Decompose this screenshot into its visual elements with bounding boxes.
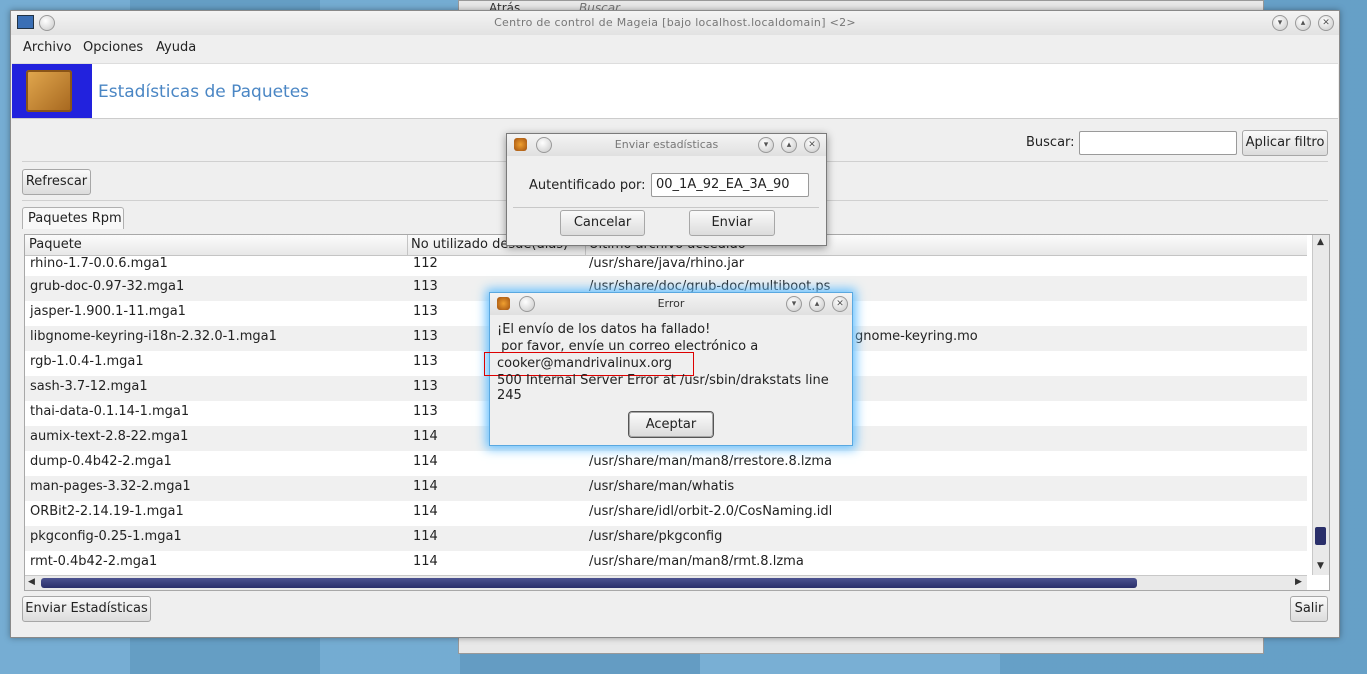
cell-file: /usr/share/pkgconfig xyxy=(589,529,723,544)
minimize-icon[interactable]: ▾ xyxy=(786,296,802,312)
table-row[interactable]: rhino-1.7-0.0.6.mga1 112 /usr/share/java… xyxy=(25,256,1307,276)
cell-days: 114 xyxy=(413,554,438,569)
cell-days: 114 xyxy=(413,529,438,544)
search-input[interactable] xyxy=(1079,131,1237,155)
dialog-title-bar: Error ▾ ▴ ✕ xyxy=(490,293,852,315)
close-icon[interactable]: ✕ xyxy=(804,137,820,153)
cell-package: libgnome-keyring-i18n-2.32.0-1.mga1 xyxy=(30,329,277,344)
scroll-up-icon[interactable]: ▲ xyxy=(1317,237,1324,247)
vertical-scrollbar[interactable]: ▲ ▼ xyxy=(1312,235,1329,575)
cell-days: 113 xyxy=(413,354,438,369)
cell-days: 113 xyxy=(413,329,438,344)
title-bar: Centro de control de Mageia [bajo localh… xyxy=(11,11,1339,35)
cell-file: /usr/share/man/man8/rmt.8.lzma xyxy=(589,554,804,569)
menu-bar: Archivo Opciones Ayuda xyxy=(11,35,1339,59)
cell-file: /usr/share/man/whatis xyxy=(589,479,735,494)
table-row[interactable]: rmt-0.4b42-2.mga1 114 /usr/share/man/man… xyxy=(25,551,1307,576)
cell-package: man-pages-3.32-2.mga1 xyxy=(30,479,191,494)
cell-package: pkgconfig-0.25-1.mga1 xyxy=(30,529,182,544)
cell-package: rhino-1.7-0.0.6.mga1 xyxy=(30,256,168,271)
menu-ayuda[interactable]: Ayuda xyxy=(156,40,196,55)
cell-package: rmt-0.4b42-2.mga1 xyxy=(30,554,158,569)
cell-days: 112 xyxy=(413,256,438,271)
horizontal-scroll-thumb[interactable] xyxy=(41,578,1137,588)
cell-file: /usr/share/man/man8/rrestore.8.lzma xyxy=(589,454,832,469)
send-statistics-dialog: Enviar estadísticas ▾ ▴ ✕ Autentificado … xyxy=(506,133,827,246)
page-title: Estadísticas de Paquetes xyxy=(98,82,310,102)
cell-file: gnome-keyring.mo xyxy=(855,329,978,344)
close-icon[interactable]: ✕ xyxy=(832,296,848,312)
dialog-title: Enviar estadísticas xyxy=(614,138,719,151)
horizontal-scrollbar[interactable]: ◀ ▶ xyxy=(25,575,1307,590)
scroll-down-icon[interactable]: ▼ xyxy=(1317,561,1324,571)
table-row[interactable]: pkgconfig-0.25-1.mga1 114 /usr/share/pkg… xyxy=(25,526,1307,551)
cell-days: 113 xyxy=(413,404,438,419)
window-title: Centro de control de Mageia [bajo localh… xyxy=(494,16,856,29)
vertical-scroll-thumb[interactable] xyxy=(1315,527,1326,545)
cell-package: thai-data-0.1.14-1.mga1 xyxy=(30,404,190,419)
error-message-line: ¡El envío de los datos ha fallado! xyxy=(497,322,711,337)
cell-package: rgb-1.0.4-1.mga1 xyxy=(30,354,144,369)
maximize-icon[interactable]: ▴ xyxy=(1295,15,1311,31)
table-row[interactable]: dump-0.4b42-2.mga1 114 /usr/share/man/ma… xyxy=(25,451,1307,476)
table-row[interactable]: man-pages-3.32-2.mga1 114 /usr/share/man… xyxy=(25,476,1307,501)
tab-paquetes-rpm[interactable]: Paquetes Rpm xyxy=(22,207,124,229)
cell-package: grub-doc-0.97-32.mga1 xyxy=(30,279,185,294)
error-email: cooker@mandrivalinux.org xyxy=(497,356,673,371)
divider xyxy=(513,207,819,208)
cell-days: 113 xyxy=(413,304,438,319)
auth-input[interactable]: 00_1A_92_EA_3A_90 xyxy=(651,173,809,197)
cell-days: 114 xyxy=(413,454,438,469)
menu-archivo[interactable]: Archivo xyxy=(23,40,72,55)
package-box-icon xyxy=(26,70,72,112)
cell-days: 113 xyxy=(413,279,438,294)
accept-button[interactable]: Aceptar xyxy=(629,412,713,437)
cell-package: jasper-1.900.1-11.mga1 xyxy=(30,304,186,319)
error-message-line: 500 Internal Server Error at /usr/sbin/d… xyxy=(497,373,829,403)
cell-days: 114 xyxy=(413,479,438,494)
cell-days: 113 xyxy=(413,379,438,394)
dialog-title-bar: Enviar estadísticas ▾ ▴ ✕ xyxy=(507,134,826,156)
cell-package: ORBit2-2.14.19-1.mga1 xyxy=(30,504,184,519)
cell-file: /usr/share/java/rhino.jar xyxy=(589,256,745,271)
column-separator xyxy=(407,235,408,255)
close-icon[interactable]: ✕ xyxy=(1318,15,1334,31)
package-logo xyxy=(12,64,92,118)
maximize-icon[interactable]: ▴ xyxy=(809,296,825,312)
table-row[interactable]: ORBit2-2.14.19-1.mga1 114 /usr/share/idl… xyxy=(25,501,1307,526)
quit-button[interactable]: Salir xyxy=(1290,596,1328,622)
scroll-left-icon[interactable]: ◀ xyxy=(28,577,35,587)
column-header-package[interactable]: Paquete xyxy=(29,237,82,252)
send-button[interactable]: Enviar xyxy=(689,210,775,236)
cancel-button[interactable]: Cancelar xyxy=(560,210,645,236)
scroll-right-icon[interactable]: ▶ xyxy=(1295,577,1302,587)
cell-days: 114 xyxy=(413,429,438,444)
menu-opciones[interactable]: Opciones xyxy=(83,40,143,55)
cell-package: aumix-text-2.8-22.mga1 xyxy=(30,429,189,444)
refresh-button[interactable]: Refrescar xyxy=(22,169,91,195)
maximize-icon[interactable]: ▴ xyxy=(781,137,797,153)
cell-package: dump-0.4b42-2.mga1 xyxy=(30,454,172,469)
error-dialog: Error ▾ ▴ ✕ ¡El envío de los datos ha fa… xyxy=(484,292,853,446)
send-statistics-button[interactable]: Enviar Estadísticas xyxy=(22,596,151,622)
cell-days: 114 xyxy=(413,504,438,519)
cell-package: sash-3.7-12.mga1 xyxy=(30,379,148,394)
cell-file: /usr/share/idl/orbit-2.0/CosNaming.idl xyxy=(589,504,833,519)
minimize-icon[interactable]: ▾ xyxy=(758,137,774,153)
banner: Estadísticas de Paquetes xyxy=(12,63,1338,119)
apply-filter-button[interactable]: Aplicar filtro xyxy=(1242,130,1328,156)
auth-label: Autentificado por: xyxy=(529,178,646,193)
search-label: Buscar: xyxy=(1026,135,1075,150)
minimize-icon[interactable]: ▾ xyxy=(1272,15,1288,31)
